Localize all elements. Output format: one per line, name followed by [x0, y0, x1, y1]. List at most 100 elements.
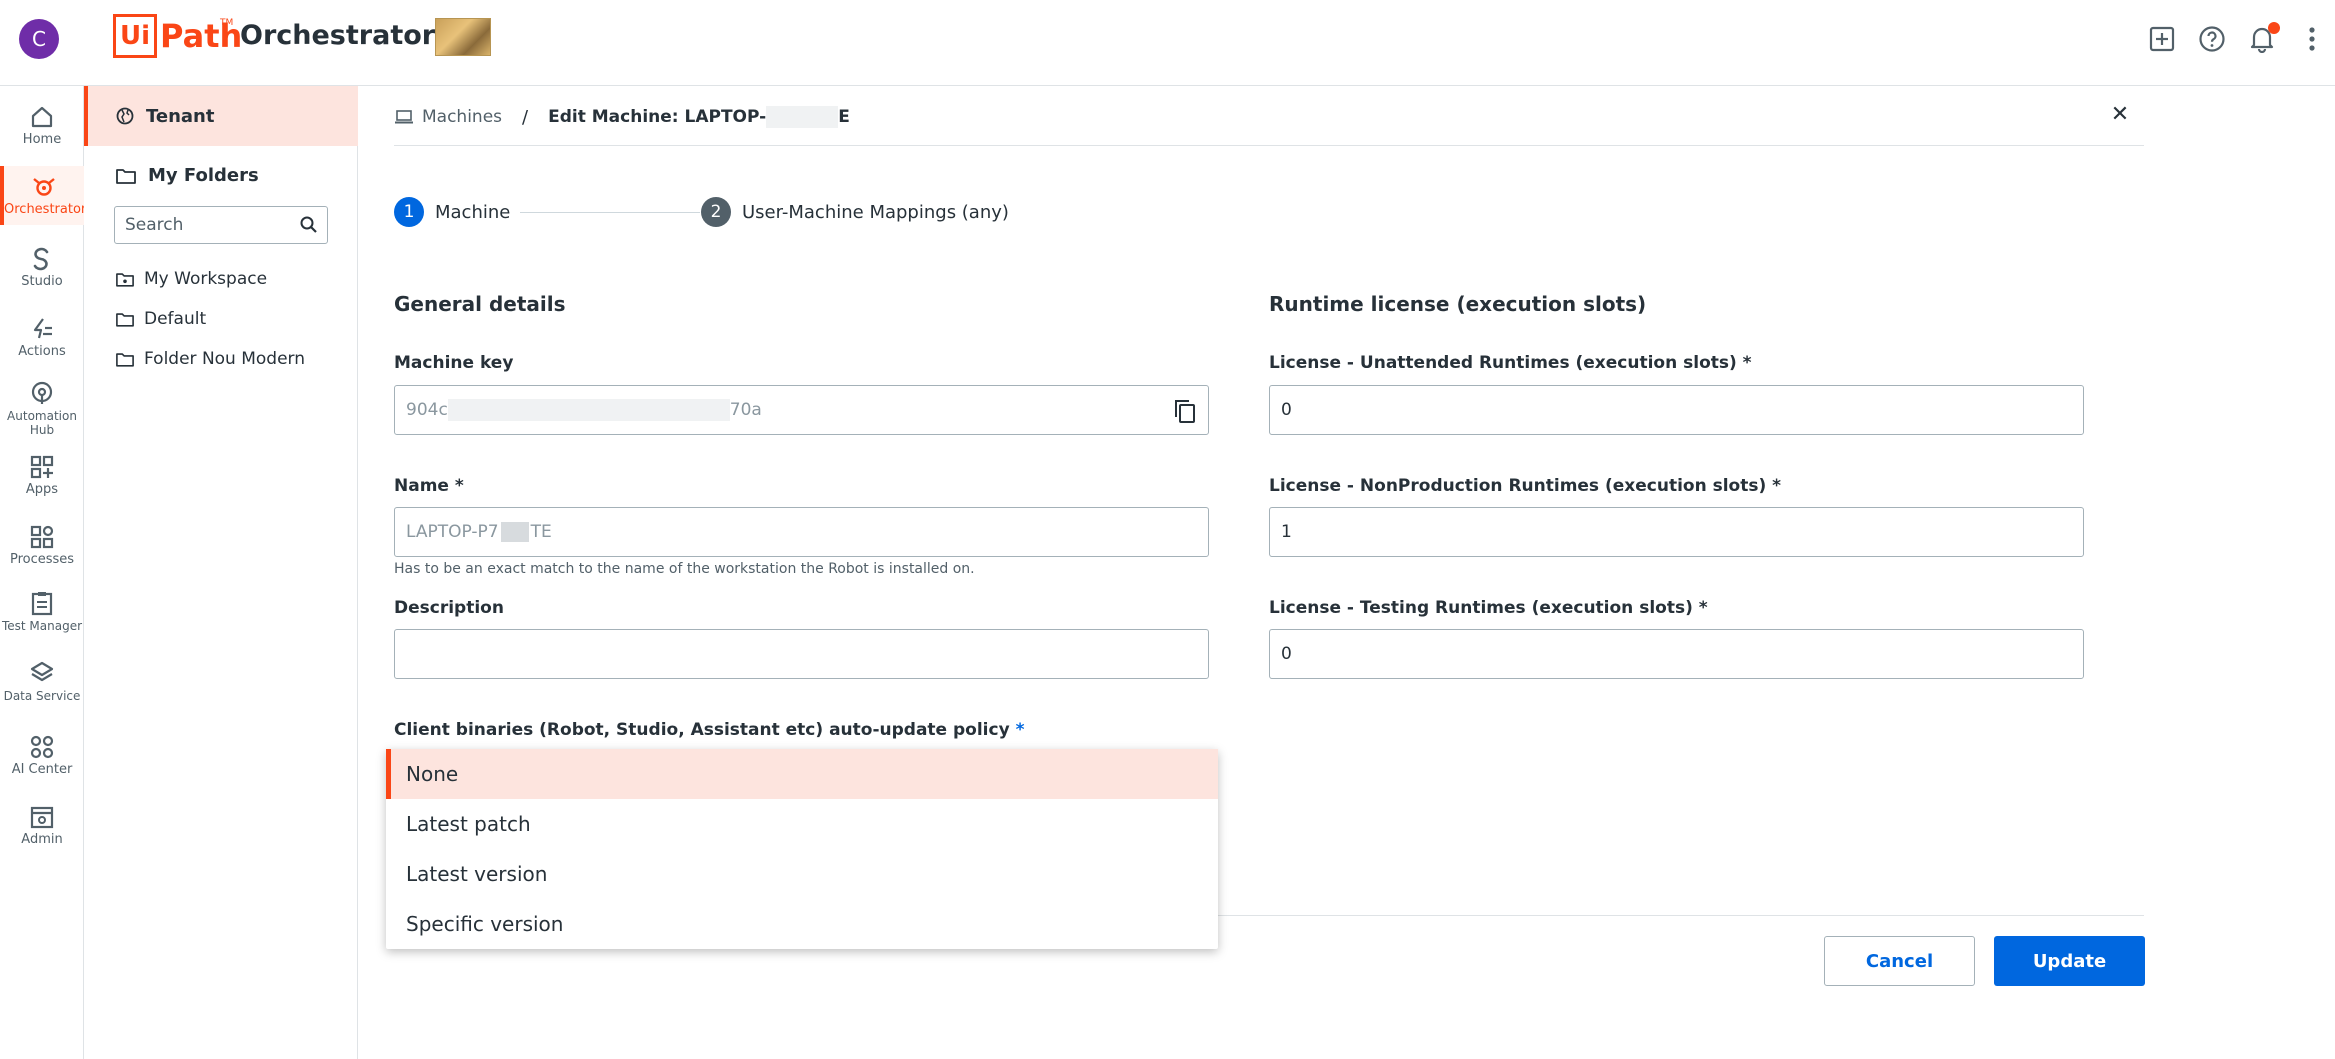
machine-key-label: Machine key: [394, 353, 514, 373]
description-field[interactable]: [394, 629, 1209, 679]
rail-item-orchestrator[interactable]: Orchestrator: [0, 166, 87, 225]
rail-item-test-manager[interactable]: Test Manager: [0, 590, 84, 633]
policy-option-none[interactable]: None: [386, 749, 1218, 799]
user-avatar[interactable]: C: [19, 19, 59, 59]
name-start: LAPTOP-P7: [406, 522, 499, 542]
breadcrumb-current-prefix: Edit Machine: LAPTOP-: [548, 107, 767, 127]
breadcrumb-machines-link[interactable]: Machines: [422, 107, 502, 127]
logo-ui-text: Ui: [119, 21, 151, 51]
rail-label-orchestrator: Orchestrator: [4, 202, 87, 217]
rail-label-apps: Apps: [25, 482, 59, 497]
breadcrumb-current: Edit Machine: LAPTOP- E: [548, 106, 850, 128]
header-divider: [394, 145, 2144, 146]
redacted-region: [500, 522, 529, 542]
automation-hub-icon: [31, 381, 53, 404]
breadcrumb: Machines / Edit Machine: LAPTOP- E: [394, 106, 850, 128]
search-icon[interactable]: [299, 215, 319, 235]
footer-divider: [1218, 915, 2144, 916]
folder-item-my-workspace[interactable]: My Workspace: [116, 269, 267, 289]
rail-label-studio: Studio: [21, 274, 63, 289]
add-icon[interactable]: [2145, 22, 2179, 56]
machine-key-end: 70a: [729, 400, 762, 420]
workspace-folder-icon: [116, 272, 134, 287]
data-service-icon: [30, 661, 54, 682]
auto-update-policy-dropdown[interactable]: None Latest patch Latest version Specifi…: [386, 749, 1218, 949]
rail-label-test-manager: Test Manager: [1, 619, 83, 633]
rail-item-processes[interactable]: Processes: [0, 524, 84, 567]
left-nav-rail: Home Orchestrator Studio Actions Automat…: [0, 86, 87, 1059]
name-label: Name *: [394, 476, 464, 496]
rail-label-data-service: Data Service: [3, 689, 81, 703]
redacted-region: [766, 106, 839, 128]
machine-key-field[interactable]: 904c 70a: [394, 385, 1209, 435]
step-machine[interactable]: 1 Machine: [394, 197, 510, 227]
test-manager-icon: [31, 592, 53, 616]
rail-item-actions[interactable]: Actions: [0, 316, 84, 359]
folder-panel: Tenant My Folders Search My Workspace De…: [84, 86, 358, 1059]
folder-icon: [116, 352, 134, 367]
rail-label-actions: Actions: [18, 344, 66, 359]
orchestrator-icon: [33, 178, 55, 196]
folder-label-nou-modern: Folder Nou Modern: [144, 349, 306, 369]
name-field[interactable]: LAPTOP-P7 TE: [394, 507, 1209, 557]
folder-item-nou-modern[interactable]: Folder Nou Modern: [116, 349, 305, 369]
testing-runtimes-input[interactable]: 0: [1269, 629, 2084, 679]
avatar-letter: C: [32, 27, 46, 51]
tenant-label: Tenant: [146, 105, 215, 127]
name-end: TE: [530, 522, 552, 542]
policy-option-specific-version[interactable]: Specific version: [386, 899, 1218, 949]
stepper-connector: [520, 212, 700, 213]
auto-update-policy-text: Client binaries (Robot, Studio, Assistan…: [394, 720, 1010, 740]
rail-label-home: Home: [22, 132, 62, 147]
runtime-license-title: Runtime license (execution slots): [1269, 292, 1647, 316]
tenant-item[interactable]: Tenant: [84, 86, 358, 146]
laptop-icon: [395, 110, 413, 124]
rail-label-automation-hub: Automation Hub: [7, 409, 77, 437]
description-label: Description: [394, 598, 504, 618]
more-vert-icon[interactable]: [2295, 22, 2329, 56]
folder-item-default[interactable]: Default: [116, 309, 206, 329]
step-label-mappings: User-Machine Mappings (any): [742, 201, 1009, 223]
help-icon[interactable]: [2195, 22, 2229, 56]
unattended-runtimes-value: 0: [1281, 400, 1292, 420]
logo-trademark: TM: [220, 18, 234, 28]
search-placeholder: Search: [125, 215, 184, 235]
apps-icon: [30, 455, 54, 479]
rail-item-apps[interactable]: Apps: [0, 454, 84, 497]
cancel-button[interactable]: Cancel: [1824, 936, 1975, 986]
notification-dot: [2268, 22, 2280, 34]
rail-item-automation-hub[interactable]: Automation Hub: [0, 380, 84, 437]
home-icon: [31, 106, 53, 128]
actions-icon: [33, 318, 52, 339]
unattended-runtimes-input[interactable]: 0: [1269, 385, 2084, 435]
step-number-2: 2: [701, 197, 731, 227]
policy-option-latest-patch[interactable]: Latest patch: [386, 799, 1218, 849]
close-icon[interactable]: ✕: [2108, 102, 2132, 127]
rail-item-studio[interactable]: Studio: [0, 246, 84, 289]
name-hint: Has to be an exact match to the name of …: [394, 561, 975, 577]
folder-search-input[interactable]: Search: [114, 206, 328, 244]
admin-icon: [30, 806, 54, 829]
nonproduction-runtimes-input[interactable]: 1: [1269, 507, 2084, 557]
rail-item-data-service[interactable]: Data Service: [0, 660, 84, 703]
step-user-machine-mappings[interactable]: 2 User-Machine Mappings (any): [701, 197, 1009, 227]
rail-item-ai-center[interactable]: AI Center: [0, 734, 84, 777]
policy-option-latest-version[interactable]: Latest version: [386, 849, 1218, 899]
update-button[interactable]: Update: [1994, 936, 2145, 986]
rail-item-home[interactable]: Home: [0, 104, 84, 147]
rail-item-admin[interactable]: Admin: [0, 804, 84, 847]
unattended-runtimes-label: License - Unattended Runtimes (execution…: [1269, 353, 1752, 373]
my-folders-header[interactable]: My Folders: [116, 165, 259, 186]
rail-label-ai-center: AI Center: [11, 762, 73, 777]
step-number-1: 1: [394, 197, 424, 227]
redacted-region: [447, 399, 730, 421]
uipath-logo-box[interactable]: Ui: [113, 14, 157, 58]
auto-update-policy-label: Client binaries (Robot, Studio, Assistan…: [394, 720, 1024, 740]
folder-label-my-workspace: My Workspace: [144, 269, 268, 289]
copy-icon[interactable]: [1172, 397, 1198, 425]
required-marker: *: [1015, 720, 1025, 740]
tenant-logo-image: [435, 18, 491, 56]
rail-label-processes: Processes: [9, 552, 75, 567]
breadcrumb-current-suffix: E: [838, 107, 850, 127]
nonproduction-runtimes-value: 1: [1281, 522, 1292, 542]
